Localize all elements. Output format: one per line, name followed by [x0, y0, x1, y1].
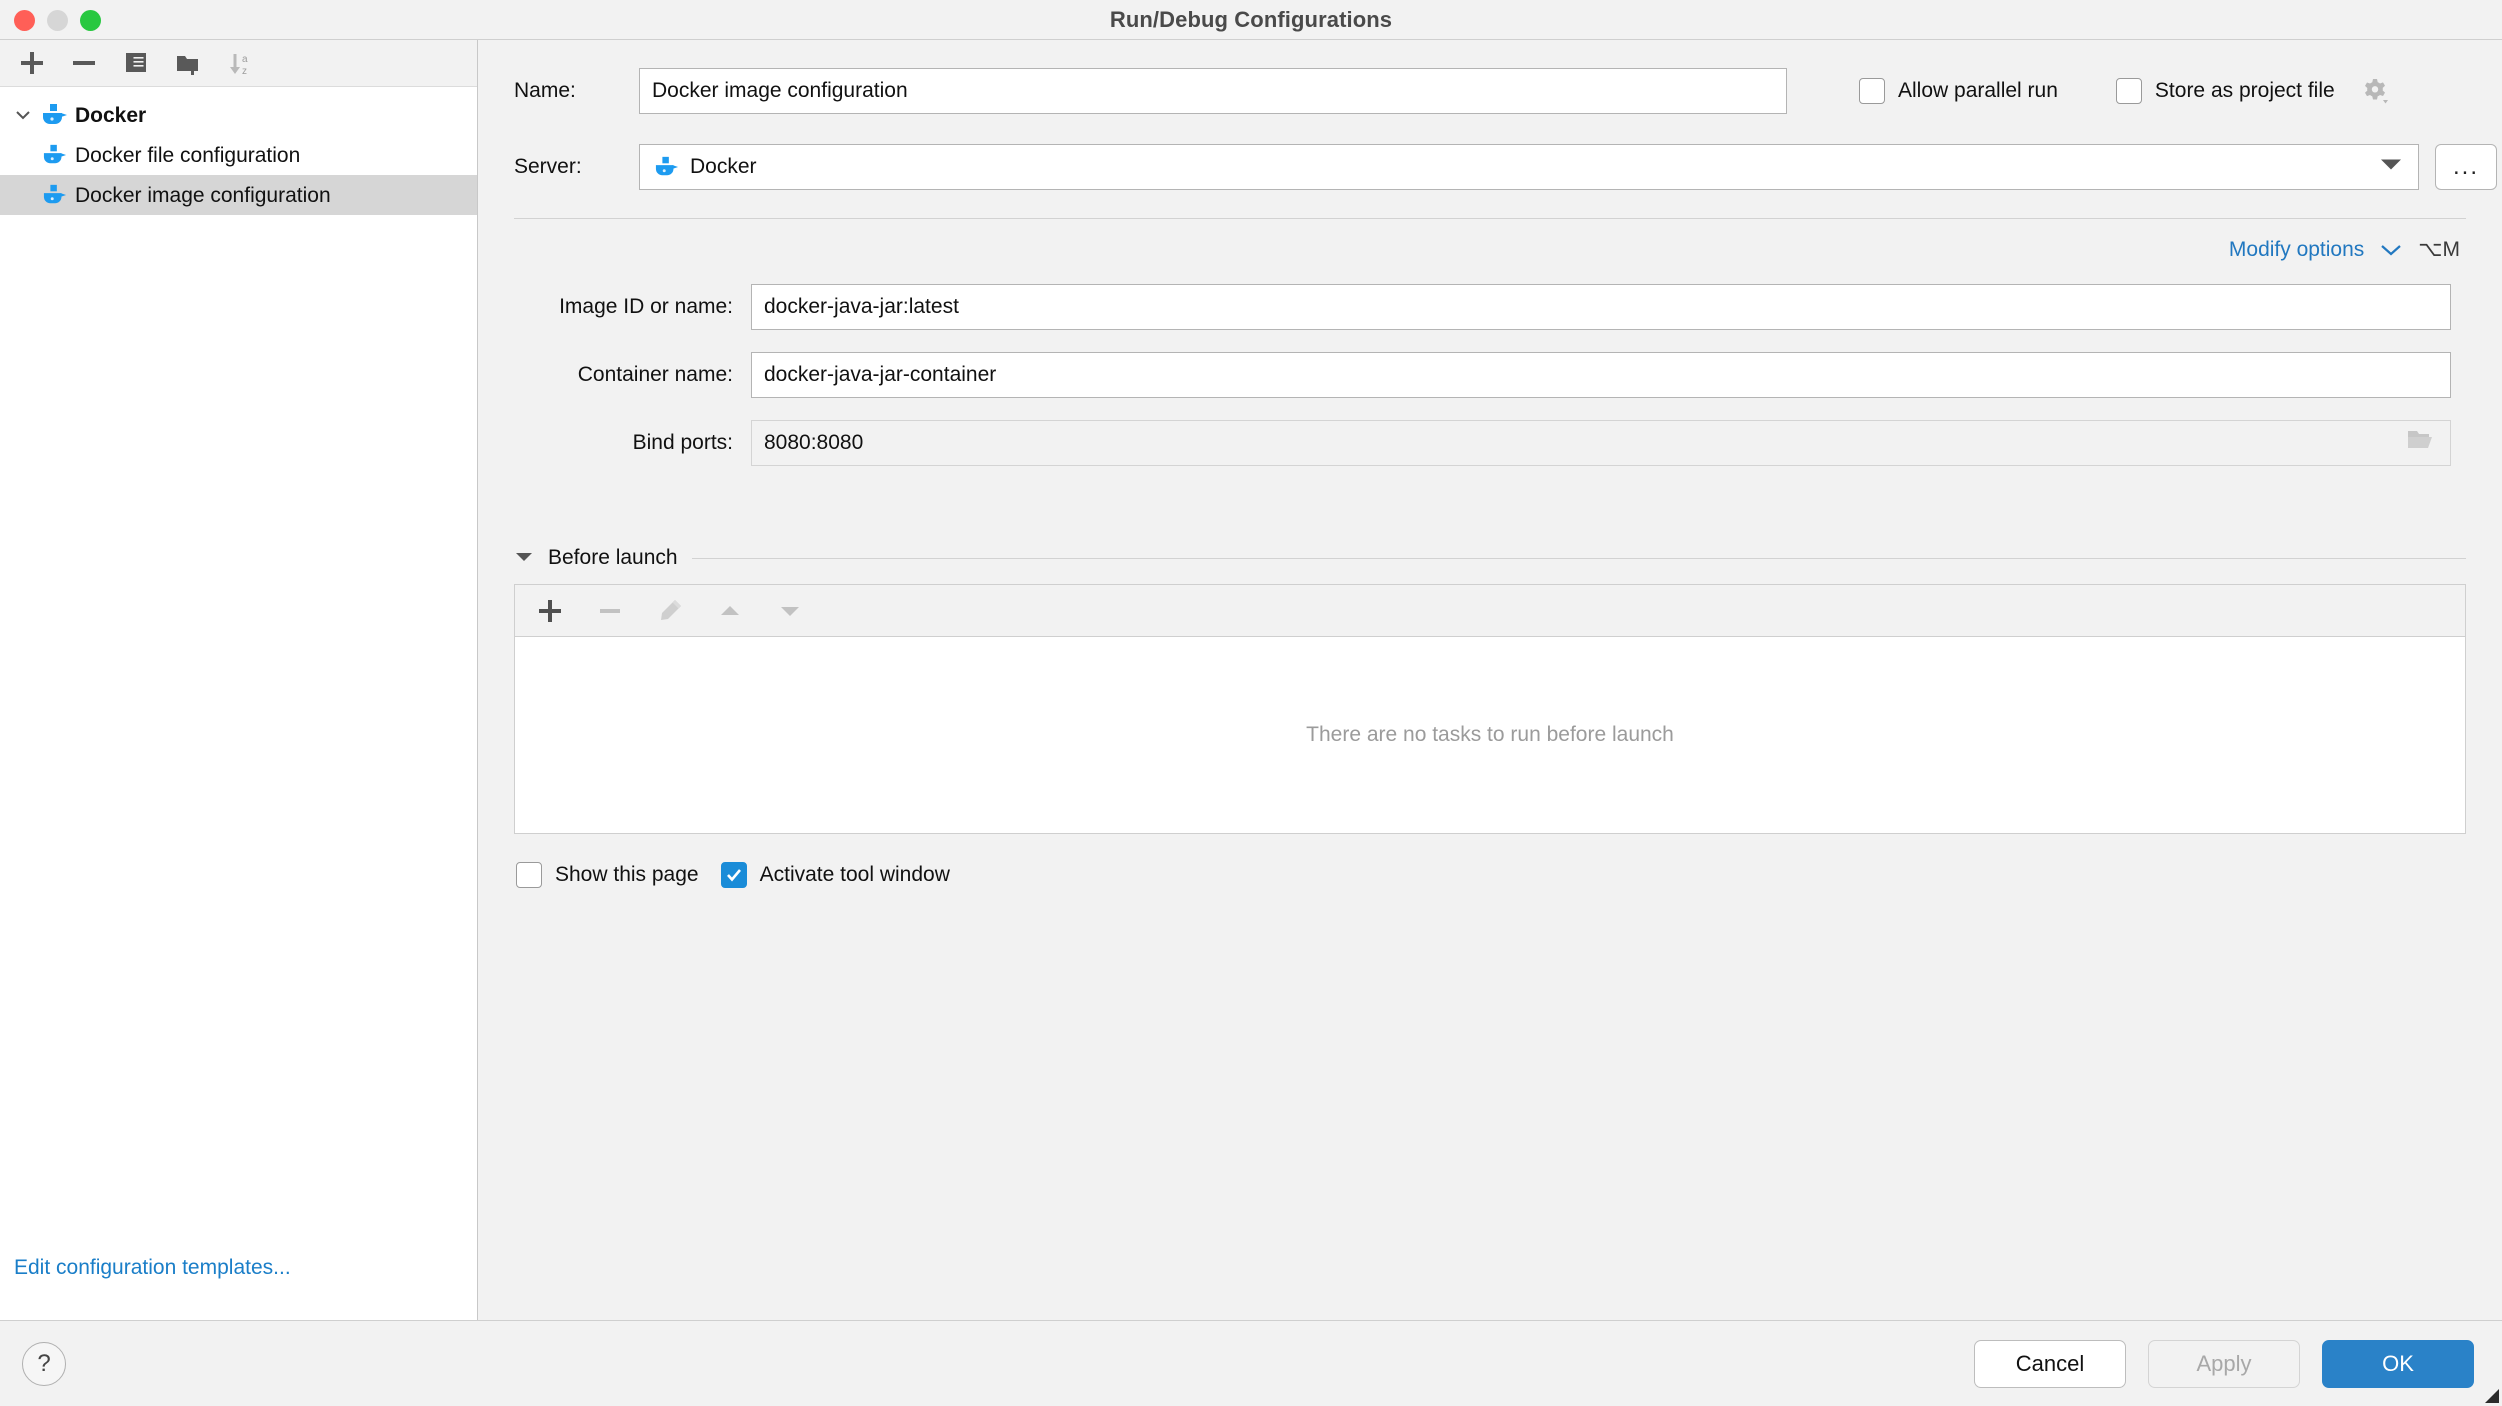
tree-node-docker-image-configuration[interactable]: Docker image configuration: [0, 175, 477, 215]
title-bar: Run/Debug Configurations: [0, 0, 2502, 40]
dialog-body: a z: [0, 40, 2502, 1320]
modify-options-shortcut: ⌥M: [2418, 237, 2460, 262]
configurations-panel: a z: [0, 40, 478, 1320]
before-launch-empty-message: There are no tasks to run before launch: [1306, 723, 1674, 747]
chevron-down-icon[interactable]: [6, 95, 40, 135]
server-value: Docker: [690, 155, 757, 179]
dialog-footer: ? Cancel Apply OK: [0, 1320, 2502, 1406]
tree-node-label: Docker: [75, 105, 146, 126]
tree-node-docker-file-configuration[interactable]: Docker file configuration: [0, 135, 477, 175]
server-label: Server:: [514, 155, 639, 179]
cancel-button[interactable]: Cancel: [1974, 1340, 2126, 1388]
before-launch-header[interactable]: Before launch: [514, 546, 2466, 570]
name-row-options: Allow parallel run Store as project file: [1859, 76, 2390, 106]
name-label: Name:: [514, 79, 639, 103]
docker-icon: [40, 140, 70, 170]
before-launch-section: Before launch: [514, 546, 2466, 834]
docker-icon: [40, 180, 70, 210]
edit-configuration-templates-link[interactable]: Edit configuration templates...: [14, 1256, 291, 1279]
container-name-label: Container name:: [516, 363, 751, 387]
show-this-page-checkbox[interactable]: [516, 862, 542, 888]
before-launch-title: Before launch: [548, 546, 678, 570]
activate-tool-window-label: Activate tool window: [760, 863, 950, 887]
close-window-button[interactable]: [14, 10, 35, 31]
allow-parallel-run-option[interactable]: Allow parallel run: [1859, 78, 2058, 104]
image-id-input[interactable]: docker-java-jar:latest: [751, 284, 2451, 330]
show-this-page-option[interactable]: Show this page: [516, 862, 699, 888]
before-launch-toolbar: [514, 584, 2466, 636]
activate-tool-window-checkbox[interactable]: [721, 862, 747, 888]
container-name-input[interactable]: docker-java-jar-container: [751, 352, 2451, 398]
before-launch-options: Show this page Activate tool window: [516, 862, 2502, 888]
project-file-settings-gear-icon[interactable]: [2360, 76, 2390, 106]
chevron-down-icon[interactable]: [2380, 243, 2402, 257]
left-panel-footer: Edit configuration templates...: [0, 1256, 477, 1320]
store-as-project-file-checkbox[interactable]: [2116, 78, 2142, 104]
run-debug-configurations-dialog: Run/Debug Configurations: [0, 0, 2502, 1406]
server-browse-button[interactable]: ...: [2435, 144, 2497, 190]
chevron-down-icon[interactable]: [2380, 158, 2402, 177]
dialog-title: Run/Debug Configurations: [0, 7, 2502, 33]
add-task-button[interactable]: [533, 594, 567, 628]
zoom-window-button[interactable]: [80, 10, 101, 31]
remove-configuration-button[interactable]: [60, 43, 108, 83]
bind-ports-value: 8080:8080: [764, 431, 863, 455]
folder-browse-icon[interactable]: [2406, 427, 2436, 459]
svg-text:z: z: [242, 66, 247, 77]
show-this-page-label: Show this page: [555, 863, 699, 887]
allow-parallel-run-checkbox[interactable]: [1859, 78, 1885, 104]
save-configuration-folder-add-icon[interactable]: [164, 43, 212, 83]
server-combobox[interactable]: Docker: [639, 144, 2419, 190]
allow-parallel-run-label: Allow parallel run: [1898, 79, 2058, 103]
store-as-project-file-option[interactable]: Store as project file: [2116, 76, 2390, 106]
docker-icon: [40, 100, 70, 130]
bind-ports-row: Bind ports: 8080:8080: [478, 420, 2502, 466]
activate-tool-window-option[interactable]: Activate tool window: [721, 862, 950, 888]
docker-icon: [652, 153, 682, 181]
copy-configuration-icon[interactable]: [112, 43, 160, 83]
image-id-row: Image ID or name: docker-java-jar:latest: [478, 284, 2502, 330]
window-controls: [14, 0, 101, 40]
add-configuration-button[interactable]: [8, 43, 56, 83]
move-task-down-icon[interactable]: [773, 594, 807, 628]
store-as-project-file-label: Store as project file: [2155, 79, 2335, 103]
ok-button[interactable]: OK: [2322, 1340, 2474, 1388]
sort-alphabetically-icon[interactable]: a z: [216, 43, 264, 83]
configurations-tree: Docker Docker file configuration: [0, 87, 477, 1256]
tree-node-docker-root[interactable]: Docker: [0, 95, 477, 135]
name-row: Name: Docker image configuration Allow p…: [478, 68, 2502, 114]
container-name-row: Container name: docker-java-jar-containe…: [478, 352, 2502, 398]
move-task-up-icon[interactable]: [713, 594, 747, 628]
tree-node-label: Docker file configuration: [75, 145, 300, 166]
help-button[interactable]: ?: [22, 1342, 66, 1386]
remove-task-button[interactable]: [593, 594, 627, 628]
apply-button[interactable]: Apply: [2148, 1340, 2300, 1388]
tree-node-label: Docker image configuration: [75, 185, 331, 206]
before-launch-divider: [692, 558, 2466, 559]
name-input[interactable]: Docker image configuration: [639, 68, 1787, 114]
minimize-window-button[interactable]: [47, 10, 68, 31]
bind-ports-input[interactable]: 8080:8080: [751, 420, 2451, 466]
section-divider: [514, 218, 2466, 219]
image-id-label: Image ID or name:: [516, 295, 751, 319]
configurations-toolbar: a z: [0, 40, 477, 87]
configuration-editor-panel: Name: Docker image configuration Allow p…: [478, 40, 2502, 1320]
bind-ports-label: Bind ports:: [516, 431, 751, 455]
resize-grip[interactable]: [2482, 1386, 2500, 1404]
modify-options-link[interactable]: Modify options: [2229, 238, 2364, 262]
edit-task-pencil-icon[interactable]: [653, 594, 687, 628]
modify-options-row: Modify options ⌥M: [478, 237, 2460, 262]
before-launch-task-list[interactable]: There are no tasks to run before launch: [514, 636, 2466, 834]
svg-text:a: a: [242, 54, 248, 65]
server-row: Server: Docker ...: [478, 144, 2502, 190]
triangle-down-icon[interactable]: [514, 549, 534, 568]
